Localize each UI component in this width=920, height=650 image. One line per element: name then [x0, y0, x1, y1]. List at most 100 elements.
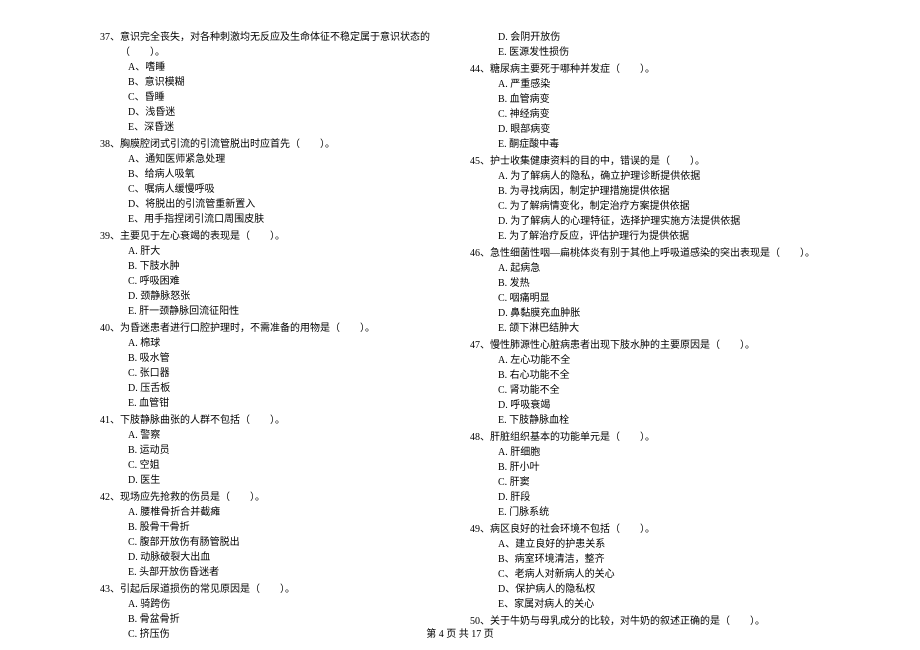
- option: A. 骑跨伤: [128, 597, 450, 612]
- question-text: 慢性肺源性心脏病患者出现下肢水肿的主要原因是（ ）。: [490, 338, 820, 353]
- option: B. 肝小叶: [498, 460, 820, 475]
- options-list: A. 腰椎骨折合并截瘫B. 股骨干骨折C. 腹部开放伤有肠管脱出D. 动脉破裂大…: [100, 505, 450, 580]
- option: C. 空姐: [128, 458, 450, 473]
- option: E. 门脉系统: [498, 505, 820, 520]
- option: A. 肝大: [128, 244, 450, 259]
- option: D. 呼吸衰竭: [498, 398, 820, 413]
- question-stem: 48、肝脏组织基本的功能单元是（ ）。: [470, 430, 820, 445]
- option: A、嗜睡: [128, 60, 450, 75]
- option: D. 鼻黏膜充血肿胀: [498, 306, 820, 321]
- question: 44、糖尿病主要死于哪种并发症（ ）。A. 严重感染B. 血管病变C. 神经病变…: [470, 62, 820, 152]
- option: C. 张口器: [128, 366, 450, 381]
- question-stem: 47、慢性肺源性心脏病患者出现下肢水肿的主要原因是（ ）。: [470, 338, 820, 353]
- option: E、用手指捏闭引流口周围皮肤: [128, 212, 450, 227]
- option: D. 压舌板: [128, 381, 450, 396]
- option: E、深昏迷: [128, 120, 450, 135]
- question-stem: 49、病区良好的社会环境不包括（ ）。: [470, 522, 820, 537]
- question: 45、护士收集健康资料的目的中，错误的是（ ）。A. 为了解病人的隐私，确立护理…: [470, 154, 820, 244]
- question-text: 引起后尿道损伤的常见原因是（ ）。: [120, 582, 450, 597]
- question-text: 关于牛奶与母乳成分的比较，对牛奶的叙述正确的是（ ）。: [490, 614, 820, 629]
- question: 41、下肢静脉曲张的人群不包括（ ）。A. 警察B. 运动员C. 空姐D. 医生: [100, 413, 450, 488]
- option: C、老病人对新病人的关心: [498, 567, 820, 582]
- option: D、保护病人的隐私权: [498, 582, 820, 597]
- question-stem: 37、意识完全丧失，对各种刺激均无反应及生命体征不稳定属于意识状态的（ ）。: [100, 30, 450, 60]
- question-number: 42、: [100, 490, 120, 505]
- question: 46、急性细菌性咽—扁桃体炎有别于其他上呼吸道感染的突出表现是（ ）。A. 起病…: [470, 246, 820, 336]
- option: D. 颈静脉怒张: [128, 289, 450, 304]
- question: 47、慢性肺源性心脏病患者出现下肢水肿的主要原因是（ ）。A. 左心功能不全B.…: [470, 338, 820, 428]
- option: A. 为了解病人的隐私，确立护理诊断提供依据: [498, 169, 820, 184]
- option: A. 起病急: [498, 261, 820, 276]
- option: A. 左心功能不全: [498, 353, 820, 368]
- question-text: 糖尿病主要死于哪种并发症（ ）。: [490, 62, 820, 77]
- option: D、浅昏迷: [128, 105, 450, 120]
- question-number: 37、: [100, 30, 120, 60]
- question-number: 41、: [100, 413, 120, 428]
- options-list: A. 起病急B. 发热C. 咽痛明显D. 鼻黏膜充血肿胀E. 颌下淋巴结肿大: [470, 261, 820, 336]
- option: E. 血管钳: [128, 396, 450, 411]
- option: B. 吸水管: [128, 351, 450, 366]
- option: C. 腹部开放伤有肠管脱出: [128, 535, 450, 550]
- question-number: 43、: [100, 582, 120, 597]
- question: 38、胸膜腔闭式引流的引流管脱出时应首先（ ）。A、通知医师紧急处理B、给病人吸…: [100, 137, 450, 227]
- option: A. 肝细胞: [498, 445, 820, 460]
- option: B. 右心功能不全: [498, 368, 820, 383]
- question: 37、意识完全丧失，对各种刺激均无反应及生命体征不稳定属于意识状态的（ ）。A、…: [100, 30, 450, 135]
- option: D. 眼部病变: [498, 122, 820, 137]
- option: C、嘱病人缓慢呼吸: [128, 182, 450, 197]
- options-list: A. 警察B. 运动员C. 空姐D. 医生: [100, 428, 450, 488]
- question-stem: 44、糖尿病主要死于哪种并发症（ ）。: [470, 62, 820, 77]
- question-text: 为昏迷患者进行口腔护理时，不需准备的用物是（ ）。: [120, 321, 450, 336]
- question-text: 肝脏组织基本的功能单元是（ ）。: [490, 430, 820, 445]
- question-text: 胸膜腔闭式引流的引流管脱出时应首先（ ）。: [120, 137, 450, 152]
- question-stem: 41、下肢静脉曲张的人群不包括（ ）。: [100, 413, 450, 428]
- question-number: 46、: [470, 246, 490, 261]
- question-number: 39、: [100, 229, 120, 244]
- options-list: A. 严重感染B. 血管病变C. 神经病变D. 眼部病变E. 酮症酸中毒: [470, 77, 820, 152]
- question: D. 会阴开放伤E. 医源发性损伤: [470, 30, 820, 60]
- options-list: A. 肝细胞B. 肝小叶C. 肝窦D. 肝段E. 门脉系统: [470, 445, 820, 520]
- question-text: 急性细菌性咽—扁桃体炎有别于其他上呼吸道感染的突出表现是（ ）。: [490, 246, 820, 261]
- right-column: D. 会阴开放伤E. 医源发性损伤44、糖尿病主要死于哪种并发症（ ）。A. 严…: [460, 30, 830, 600]
- question-number: 44、: [470, 62, 490, 77]
- option: A. 腰椎骨折合并截瘫: [128, 505, 450, 520]
- option: C. 挤压伤: [128, 627, 450, 642]
- option: D. 会阴开放伤: [498, 30, 820, 45]
- options-list: A. 棉球B. 吸水管C. 张口器D. 压舌板E. 血管钳: [100, 336, 450, 411]
- question-text: 现场应先抢救的伤员是（ ）。: [120, 490, 450, 505]
- question-text: 病区良好的社会环境不包括（ ）。: [490, 522, 820, 537]
- option: C. 肝窦: [498, 475, 820, 490]
- question: 48、肝脏组织基本的功能单元是（ ）。A. 肝细胞B. 肝小叶C. 肝窦D. 肝…: [470, 430, 820, 520]
- question-text: 下肢静脉曲张的人群不包括（ ）。: [120, 413, 450, 428]
- option: D、将脱出的引流管重新置入: [128, 197, 450, 212]
- option: A. 棉球: [128, 336, 450, 351]
- option: B、意识模糊: [128, 75, 450, 90]
- question-number: 49、: [470, 522, 490, 537]
- option: E、家属对病人的关心: [498, 597, 820, 612]
- question-stem: 45、护士收集健康资料的目的中，错误的是（ ）。: [470, 154, 820, 169]
- question-number: 48、: [470, 430, 490, 445]
- question-stem: 43、引起后尿道损伤的常见原因是（ ）。: [100, 582, 450, 597]
- exam-page: 37、意识完全丧失，对各种刺激均无反应及生命体征不稳定属于意识状态的（ ）。A、…: [0, 0, 920, 620]
- question-stem: 40、为昏迷患者进行口腔护理时，不需准备的用物是（ ）。: [100, 321, 450, 336]
- options-list: A、通知医师紧急处理B、给病人吸氧C、嘱病人缓慢呼吸D、将脱出的引流管重新置入E…: [100, 152, 450, 227]
- options-list: A、嗜睡B、意识模糊C、昏睡D、浅昏迷E、深昏迷: [100, 60, 450, 135]
- option: B. 骨盆骨折: [128, 612, 450, 627]
- option: A、通知医师紧急处理: [128, 152, 450, 167]
- options-list: A. 骑跨伤B. 骨盆骨折C. 挤压伤: [100, 597, 450, 642]
- option: C. 为了解病情变化，制定治疗方案提供依据: [498, 199, 820, 214]
- question-text: 主要见于左心衰竭的表现是（ ）。: [120, 229, 450, 244]
- question-number: 40、: [100, 321, 120, 336]
- option: B. 股骨干骨折: [128, 520, 450, 535]
- option: C. 咽痛明显: [498, 291, 820, 306]
- options-list: D. 会阴开放伤E. 医源发性损伤: [470, 30, 820, 60]
- option: B. 运动员: [128, 443, 450, 458]
- option: B. 为寻找病因，制定护理措施提供依据: [498, 184, 820, 199]
- option: E. 为了解治疗反应，评估护理行为提供依据: [498, 229, 820, 244]
- option: E. 头部开放伤昏迷者: [128, 565, 450, 580]
- question-number: 47、: [470, 338, 490, 353]
- options-list: A. 左心功能不全B. 右心功能不全C. 肾功能不全D. 呼吸衰竭E. 下肢静脉…: [470, 353, 820, 428]
- option: E. 酮症酸中毒: [498, 137, 820, 152]
- question: 39、主要见于左心衰竭的表现是（ ）。A. 肝大B. 下肢水肿C. 呼吸困难D.…: [100, 229, 450, 319]
- question-stem: 46、急性细菌性咽—扁桃体炎有别于其他上呼吸道感染的突出表现是（ ）。: [470, 246, 820, 261]
